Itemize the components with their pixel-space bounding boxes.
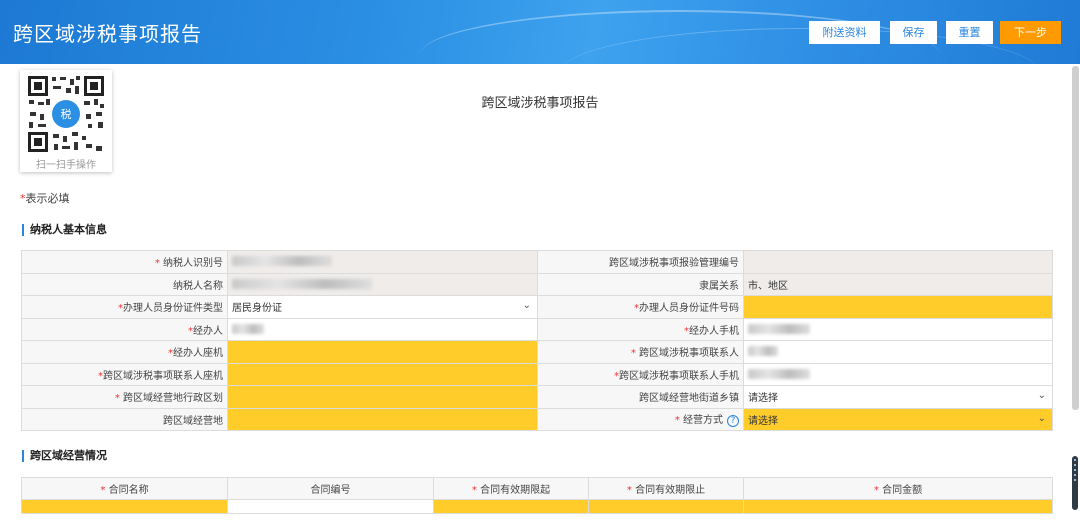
contact-phone-input[interactable]	[227, 362, 538, 386]
table-header-row: * 合同名称 合同编号 * 合同有效期限起 * 合同有效期限止 * 合同金额	[21, 477, 1053, 500]
qr-caption: 扫一扫手操作	[36, 160, 96, 171]
affiliation-field[interactable]: 市、地区	[743, 272, 1053, 296]
contact-mobile-field[interactable]	[743, 362, 1053, 386]
address-label: 跨区域经营地	[21, 407, 228, 431]
report-no-field[interactable]	[743, 250, 1053, 274]
mode-label: * 经营方式?	[537, 407, 744, 431]
app-header: 跨区域涉税事项报告 附送资料 保存 重置 下一步	[0, 0, 1080, 64]
contact-mobile-label: *跨区域涉税事项联系人手机	[537, 362, 744, 386]
table-row: *经办人座机 * 跨区域涉税事项联系人	[21, 340, 1053, 364]
contract-start-header: * 合同有效期限起	[433, 477, 589, 500]
next-step-button[interactable]: 下一步	[1000, 21, 1061, 44]
qr-code-icon: 税	[26, 74, 106, 154]
taxpayer-name-field[interactable]	[227, 272, 538, 296]
contract-amount-input[interactable]	[743, 499, 1053, 514]
contract-name-header: * 合同名称	[21, 477, 228, 500]
contact-phone-label: *跨区域涉税事项联系人座机	[21, 362, 228, 386]
reset-button[interactable]: 重置	[946, 21, 993, 44]
id-type-select[interactable]: 居民身份证 ⌄	[227, 295, 538, 319]
contract-name-input[interactable]	[21, 499, 228, 514]
region-label: * 跨区域经营地行政区划	[21, 385, 228, 409]
taxpayer-id-field[interactable]	[227, 250, 538, 274]
handler-phone-input[interactable]	[227, 340, 538, 364]
mode-select[interactable]: 请选择 ⌄	[743, 407, 1053, 431]
contact-label: * 跨区域涉税事项联系人	[537, 340, 744, 364]
chevron-down-icon: ⌄	[1037, 412, 1046, 424]
chevron-down-icon: ⌄	[522, 300, 531, 311]
qr-code-card: 税 扫一扫手操作	[20, 70, 112, 172]
report-no-label: 跨区域涉税事项报验管理编号	[537, 250, 744, 274]
taxpayer-name-label: 纳税人名称	[21, 272, 228, 296]
page-title: 跨区域涉税事项报告	[13, 22, 202, 46]
contract-table: * 合同名称 合同编号 * 合同有效期限起 * 合同有效期限止 * 合同金额	[21, 477, 1053, 514]
handler-mobile-label: *经办人手机	[537, 317, 744, 341]
affiliation-label: 隶属关系	[537, 272, 744, 296]
save-button[interactable]: 保存	[890, 21, 937, 44]
id-no-input[interactable]	[743, 295, 1053, 319]
contract-end-header: * 合同有效期限止	[588, 477, 744, 500]
contract-end-input[interactable]	[588, 499, 744, 514]
street-label: 跨区域经营地街道乡镇	[537, 385, 744, 409]
table-row	[21, 499, 1053, 514]
document-title: 跨区域涉税事项报告	[481, 96, 599, 111]
id-type-label: *办理人员身份证件类型	[21, 295, 228, 319]
chevron-down-icon: ⌄	[1037, 390, 1046, 401]
taxpayer-id-label: * 纳税人识别号	[21, 250, 228, 274]
required-note: *表示必填	[20, 192, 70, 205]
table-row: 跨区域经营地 * 经营方式? 请选择 ⌄	[21, 407, 1053, 431]
handler-field[interactable]	[227, 317, 538, 341]
table-row: * 跨区域经营地行政区划 跨区域经营地街道乡镇 请选择 ⌄	[21, 385, 1053, 409]
handler-phone-label: *经办人座机	[21, 340, 228, 364]
table-row: *经办人 *经办人手机	[21, 317, 1053, 341]
handler-mobile-field[interactable]	[743, 317, 1053, 341]
vertical-scrollbar[interactable]	[1072, 66, 1079, 410]
handler-label: *经办人	[21, 317, 228, 341]
table-row: *办理人员身份证件类型 居民身份证 ⌄ *办理人员身份证件号码	[21, 295, 1053, 319]
table-row: 纳税人名称 隶属关系 市、地区	[21, 272, 1053, 296]
contract-start-input[interactable]	[433, 499, 589, 514]
id-no-label: *办理人员身份证件号码	[537, 295, 744, 319]
table-row: *跨区域涉税事项联系人座机 *跨区域涉税事项联系人手机	[21, 362, 1053, 386]
region-input[interactable]	[227, 385, 538, 409]
question-circle-icon[interactable]: ?	[727, 415, 739, 428]
contract-amount-header: * 合同金额	[743, 477, 1053, 500]
address-input[interactable]	[227, 407, 538, 431]
street-select[interactable]: 请选择 ⌄	[743, 385, 1053, 409]
contract-no-header: 合同编号	[227, 477, 434, 500]
attach-materials-button[interactable]: 附送资料	[809, 21, 880, 44]
floating-scroll-widget[interactable]	[1072, 456, 1078, 510]
table-row: * 纳税人识别号 跨区域涉税事项报验管理编号	[21, 250, 1053, 274]
section-business-info: 跨区域经营情况	[22, 450, 107, 462]
contract-no-input[interactable]	[227, 499, 434, 514]
taxpayer-info-table: * 纳税人识别号 跨区域涉税事项报验管理编号 纳税人名称 隶属关系 市、地区 *…	[21, 250, 1053, 431]
section-basic-info: 纳税人基本信息	[22, 224, 107, 236]
contact-field[interactable]	[743, 340, 1053, 364]
